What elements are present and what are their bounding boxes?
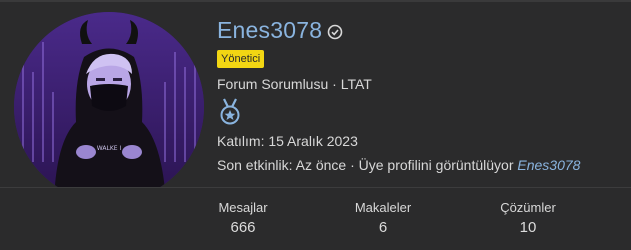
username[interactable]: Enes3078 — [217, 17, 322, 44]
stat-label: Mesajlar — [218, 200, 268, 215]
stat-value: 10 — [519, 219, 537, 236]
stat-label: Çözümler — [500, 200, 556, 215]
stats-bar: Mesajlar 666 Makaleler 6 Çözümler 10 — [0, 188, 631, 250]
user-title: Forum Sorumlusu · LTAT — [217, 76, 372, 92]
avatar-shirt-text: WALKE I — [97, 145, 122, 152]
role-badge: Yönetici — [217, 50, 265, 68]
stat-value: 666 — [230, 219, 256, 236]
stat-solutions[interactable]: Çözümler 10 — [496, 200, 560, 236]
stat-label: Makaleler — [354, 200, 412, 215]
stat-articles[interactable]: Makaleler 6 — [350, 200, 416, 236]
stat-messages[interactable]: Mesajlar 666 — [216, 200, 270, 236]
medal-icon[interactable] — [219, 98, 241, 126]
joined-date: Katılım: 15 Aralık 2023 — [217, 133, 358, 149]
stat-value: 6 — [378, 219, 388, 236]
avatar-image: WALKE I — [14, 12, 204, 202]
last-activity: Son etkinlik: Az önce · Üye profilini gö… — [217, 157, 580, 173]
avatar[interactable]: WALKE I — [14, 12, 204, 202]
profile-card: WALKE I Enes3078 Yönetici Forum Sorumlus… — [0, 0, 631, 250]
activity-link[interactable]: Enes3078 — [517, 157, 580, 173]
verified-icon — [327, 24, 343, 40]
top-border — [0, 0, 631, 2]
activity-text: Son etkinlik: Az önce · Üye profilini gö… — [217, 157, 518, 173]
